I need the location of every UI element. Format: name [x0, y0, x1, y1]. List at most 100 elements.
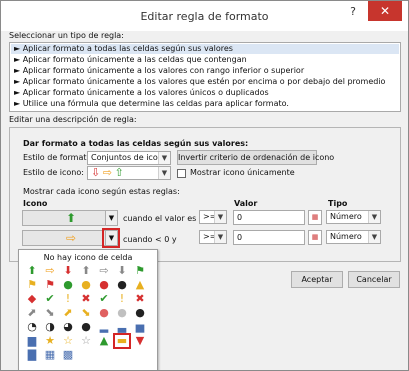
- up-arrow-icon: ⇧: [114, 166, 124, 179]
- chevron-down-icon: ▼: [214, 211, 226, 223]
- rule-2-condition: cuando < 0 y: [123, 235, 177, 244]
- cancel-button[interactable]: Cancelar: [348, 271, 400, 288]
- icon-option[interactable]: ⇨: [97, 265, 111, 277]
- icon-option[interactable]: ⬆: [25, 265, 39, 277]
- icon-option[interactable]: ●: [61, 279, 75, 291]
- cell-reference-icon[interactable]: ▦: [308, 210, 322, 225]
- icon-option[interactable]: ▃: [115, 321, 129, 333]
- chevron-down-icon: ▼: [158, 167, 170, 179]
- close-button[interactable]: ✕: [368, 1, 402, 21]
- chevron-down-icon[interactable]: ▼: [105, 211, 117, 225]
- icon-option[interactable]: ⚑: [43, 279, 57, 291]
- show-each-icon-label: Mostrar cada icono según estas reglas:: [23, 187, 180, 196]
- cell-reference-icon[interactable]: ▦: [308, 230, 322, 245]
- rule-1-type: Número: [330, 212, 362, 221]
- rule-1-icon-button[interactable]: ⬆ ▼: [22, 210, 118, 226]
- icon-option[interactable]: ◆: [25, 293, 39, 305]
- icon-option[interactable]: ⬇: [115, 265, 129, 277]
- icon-option[interactable]: ◔: [25, 321, 39, 333]
- format-style-select[interactable]: Conjuntos de iconos ▼: [87, 151, 171, 165]
- icon-option[interactable]: ●: [115, 279, 129, 291]
- icon-option[interactable]: ☆: [61, 335, 75, 347]
- icon-option[interactable]: ●: [97, 307, 111, 319]
- show-icon-only-label: Mostrar icono únicamente: [190, 168, 295, 177]
- dropdown-highlight: [102, 228, 120, 248]
- show-icon-only-checkbox[interactable]: [177, 169, 186, 178]
- chevron-down-icon: ▼: [368, 211, 380, 223]
- right-arrow-icon: ⇨: [65, 231, 77, 245]
- icon-option[interactable]: ⚑: [133, 265, 147, 277]
- icon-option[interactable]: ▬: [113, 333, 131, 349]
- rule-1-type-select[interactable]: Número ▼: [326, 210, 381, 224]
- icon-option[interactable]: ⚑: [25, 279, 39, 291]
- icon-style-select[interactable]: ⇩ ⇨ ⇧ ▼: [87, 166, 171, 180]
- icon-option[interactable]: ✔: [97, 293, 111, 305]
- icon-option[interactable]: ●: [133, 307, 147, 319]
- type-column-header: Tipo: [328, 199, 348, 208]
- title-bar: Editar regla de formato ? ✕: [1, 1, 408, 31]
- format-style-label: Estilo de formato:: [23, 153, 95, 162]
- icon-option[interactable]: ●: [79, 279, 93, 291]
- icon-option[interactable]: ★: [43, 335, 57, 347]
- icon-option[interactable]: ⬇: [61, 265, 75, 277]
- icon-option[interactable]: !: [115, 293, 129, 305]
- rule-2-value-input[interactable]: 0: [233, 230, 305, 245]
- icon-option[interactable]: ●: [79, 321, 93, 333]
- icon-option[interactable]: ✔: [43, 293, 57, 305]
- rule-type-item[interactable]: ► Aplicar formato únicamente a los valor…: [11, 77, 399, 87]
- edit-format-rule-dialog: Editar regla de formato ? ✕ Seleccionar …: [0, 0, 409, 371]
- rule-2-type-select[interactable]: Número ▼: [326, 230, 381, 244]
- icon-option[interactable]: ●: [115, 307, 129, 319]
- format-all-label: Dar formato a todas las celdas según sus…: [23, 139, 249, 148]
- rule-type-item[interactable]: ► Aplicar formato únicamente a los valor…: [11, 88, 399, 98]
- rule-type-item[interactable]: ► Aplicar formato a todas las celdas seg…: [11, 44, 399, 54]
- rule-type-item[interactable]: ► Aplicar formato únicamente a las celda…: [11, 55, 399, 65]
- chevron-down-icon: ▼: [368, 231, 380, 243]
- icon-option[interactable]: ✖: [133, 293, 147, 305]
- rule-2-operator-select[interactable]: >= ▼: [199, 230, 227, 244]
- rule-type-item[interactable]: ► Utilice una fórmula que determine las …: [11, 99, 399, 109]
- icon-style-label: Estilo de icono:: [23, 168, 84, 177]
- icon-option[interactable]: ●: [97, 279, 111, 291]
- icon-option[interactable]: ⬆: [79, 265, 93, 277]
- icon-option[interactable]: ⬈: [25, 307, 39, 319]
- icon-option[interactable]: ⬊: [79, 307, 93, 319]
- icon-option[interactable]: ▆: [25, 335, 39, 347]
- chevron-down-icon: ▼: [158, 152, 170, 164]
- right-arrow-icon: ⇨: [102, 166, 112, 179]
- icon-option[interactable]: ⇨: [43, 265, 57, 277]
- rule-1-value-input[interactable]: 0: [233, 210, 305, 225]
- icon-option[interactable]: ▦: [43, 349, 57, 361]
- icon-option[interactable]: ▇: [25, 349, 39, 361]
- icon-option[interactable]: ▲: [133, 279, 147, 291]
- icon-option[interactable]: ✖: [79, 293, 93, 305]
- chevron-down-icon: ▼: [214, 231, 226, 243]
- rule-type-item[interactable]: ► Aplicar formato únicamente a los valor…: [11, 66, 399, 76]
- icon-option[interactable]: ⬈: [61, 307, 75, 319]
- no-icon-option[interactable]: No hay icono de celda: [19, 253, 157, 262]
- icon-picker-popup: No hay icono de celda ⬆ ⇨ ⬇ ⬆ ⇨ ⬇ ⚑ ⚑ ⚑ ● ● ● ● ▲ ◆ ✔! ✖…: [18, 249, 158, 370]
- icon-option[interactable]: ▲: [97, 335, 111, 347]
- icon-option[interactable]: ▼: [133, 335, 147, 347]
- icon-option[interactable]: ▅: [133, 321, 147, 333]
- help-button[interactable]: ?: [346, 5, 360, 18]
- icon-column-header: Icono: [23, 199, 48, 208]
- rule-type-list[interactable]: ► Aplicar formato a todas las celdas seg…: [9, 42, 401, 112]
- icon-option[interactable]: !: [61, 293, 75, 305]
- icon-option[interactable]: ◑: [43, 321, 57, 333]
- icon-option[interactable]: ▂: [97, 321, 111, 333]
- rule-2-type: Número: [330, 232, 362, 241]
- edit-description-label: Editar una descripción de regla:: [9, 115, 137, 124]
- icon-option[interactable]: ☆: [79, 335, 93, 347]
- select-rule-type-label: Seleccionar un tipo de regla:: [9, 31, 124, 40]
- down-arrow-icon: ⇩: [91, 166, 101, 179]
- icon-option[interactable]: ▩: [61, 349, 75, 361]
- up-arrow-icon: ⬆: [65, 211, 77, 225]
- icon-option[interactable]: ◕: [61, 321, 75, 333]
- ok-button[interactable]: Aceptar: [291, 271, 343, 288]
- reverse-icon-order-button[interactable]: Invertir criterio de ordenación de icono: [177, 150, 334, 165]
- rule-1-condition: cuando el valor es: [123, 214, 197, 223]
- rule-1-operator-select[interactable]: >= ▼: [199, 210, 227, 224]
- value-column-header: Valor: [234, 199, 258, 208]
- icon-option[interactable]: ⬊: [43, 307, 57, 319]
